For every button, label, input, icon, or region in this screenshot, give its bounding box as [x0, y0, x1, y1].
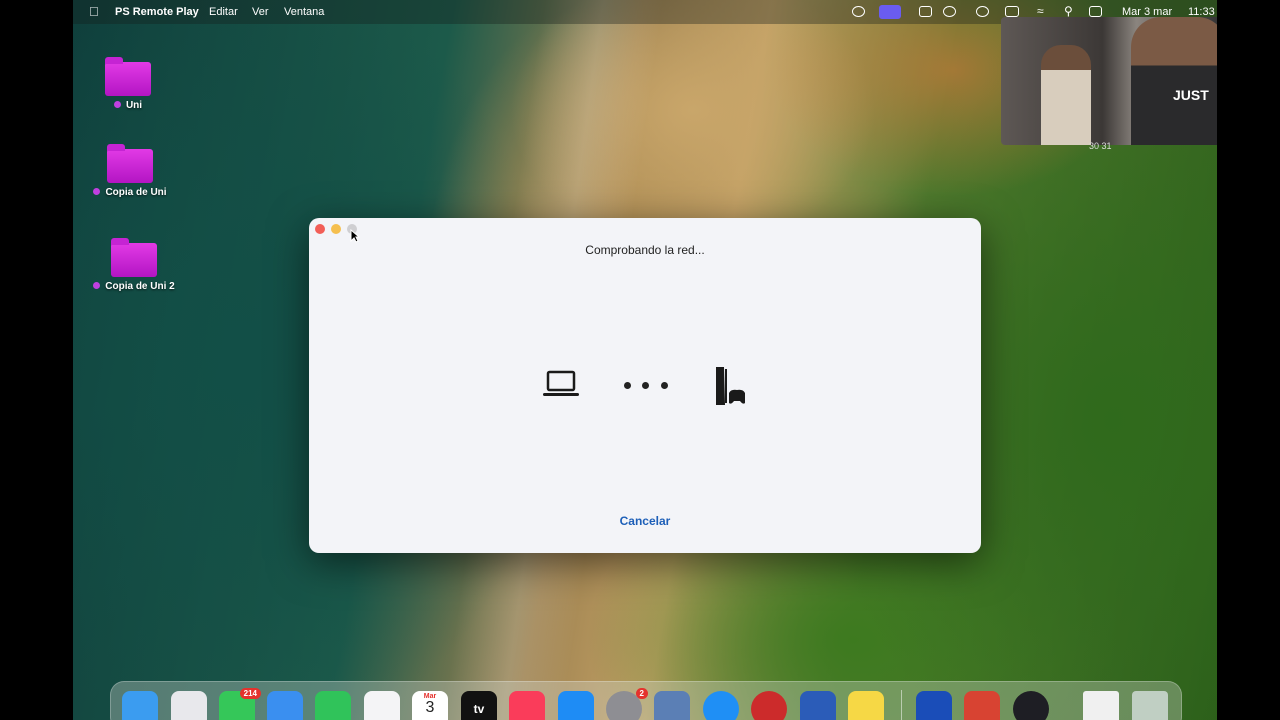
tag-dot: [93, 282, 101, 289]
screen-share-icon[interactable]: [879, 5, 901, 19]
progress-dot-3: [661, 382, 668, 389]
window-close-button[interactable]: [315, 224, 325, 234]
tag-dot: [113, 101, 121, 108]
menu-app-name[interactable]: PS Remote Play: [115, 6, 199, 18]
window-minimize-button[interactable]: [331, 224, 341, 234]
tag-dot: [93, 188, 101, 195]
dock-document-icon[interactable]: [1083, 691, 1119, 720]
ps5-console-icon: [716, 367, 745, 405]
folder-icon: [111, 238, 157, 277]
progress-dot-2: [642, 382, 649, 389]
person-right: [1131, 17, 1217, 145]
battery-icon[interactable]: [1005, 6, 1019, 17]
folder-label: Copia de Uni: [105, 187, 167, 198]
messages-badge: 214: [239, 688, 261, 699]
dock-settings-icon[interactable]: 2: [606, 688, 648, 720]
dock-reminders-icon[interactable]: [364, 691, 400, 720]
person-left: [1041, 45, 1091, 145]
tv-label: tv: [473, 702, 485, 716]
dock: 214 Mar 3 tv 2: [110, 681, 1182, 720]
dock-obs-icon[interactable]: [1013, 691, 1049, 720]
calendar-day: 3: [425, 699, 435, 716]
progress-dot-1: [624, 382, 631, 389]
dock-launchpad-icon[interactable]: [171, 691, 207, 720]
desktop-folder-copia-de-uni-2[interactable]: Copia de Uni 2: [79, 238, 189, 292]
mouse-cursor-icon: [350, 229, 360, 243]
dock-mail-icon[interactable]: [267, 691, 303, 720]
search-icon[interactable]: ⚲: [1064, 4, 1073, 18]
camera-overlay: JUST: [1001, 17, 1217, 145]
dock-notes-icon[interactable]: [848, 691, 884, 720]
desktop:  PS Remote Play Editar Ver Ventana ≈ ⚲ …: [73, 0, 1217, 720]
moon-icon[interactable]: [976, 6, 989, 17]
dock-tv-icon[interactable]: tv: [461, 691, 497, 720]
menu-ver[interactable]: Ver: [252, 6, 269, 18]
dock-rocket-icon[interactable]: [964, 691, 1000, 720]
dock-word-icon[interactable]: [800, 691, 836, 720]
dock-facetime-icon[interactable]: [315, 691, 351, 720]
folder-icon: [105, 57, 151, 96]
menu-ventana[interactable]: Ventana: [284, 6, 324, 18]
apple-menu-icon[interactable]: : [89, 4, 99, 19]
settings-badge: 2: [635, 688, 648, 699]
desktop-folder-copia-de-uni[interactable]: Copia de Uni: [75, 144, 185, 198]
folder-icon: [107, 144, 153, 183]
menu-editar[interactable]: Editar: [209, 6, 238, 18]
remote-play-window: Comprobando la red... Cancelar: [309, 218, 981, 553]
dock-appstore-icon[interactable]: [558, 691, 594, 720]
dock-music-icon[interactable]: [509, 691, 545, 720]
status-icon-4[interactable]: [943, 6, 956, 17]
dock-finder-icon[interactable]: [122, 691, 158, 720]
dock-messages-icon[interactable]: 214: [219, 688, 261, 720]
dock-vivaldi-icon[interactable]: [751, 691, 787, 720]
dock-preview-icon[interactable]: [654, 691, 690, 720]
desktop-folder-uni[interactable]: Uni: [73, 57, 183, 111]
wifi-icon[interactable]: ≈: [1037, 4, 1044, 18]
connection-status-text: Comprobando la red...: [585, 243, 705, 257]
dock-separator: [901, 690, 902, 720]
folder-label: Uni: [125, 100, 143, 111]
shirt-text: JUST: [1173, 87, 1209, 103]
dock-trash-icon[interactable]: [1132, 691, 1168, 720]
dock-ps-remote-play-icon[interactable]: [916, 691, 952, 720]
status-icon-3[interactable]: [919, 6, 932, 17]
camera-caption: 30 31: [1089, 141, 1112, 151]
folder-label: Copia de Uni 2: [105, 281, 175, 292]
laptop-icon: [543, 370, 579, 396]
dock-calendar-icon[interactable]: Mar 3: [412, 691, 448, 720]
cancel-button[interactable]: Cancelar: [309, 514, 981, 528]
control-center-icon[interactable]: [1089, 6, 1102, 17]
dock-safari-icon[interactable]: [703, 691, 739, 720]
status-icon-1[interactable]: [852, 6, 865, 17]
